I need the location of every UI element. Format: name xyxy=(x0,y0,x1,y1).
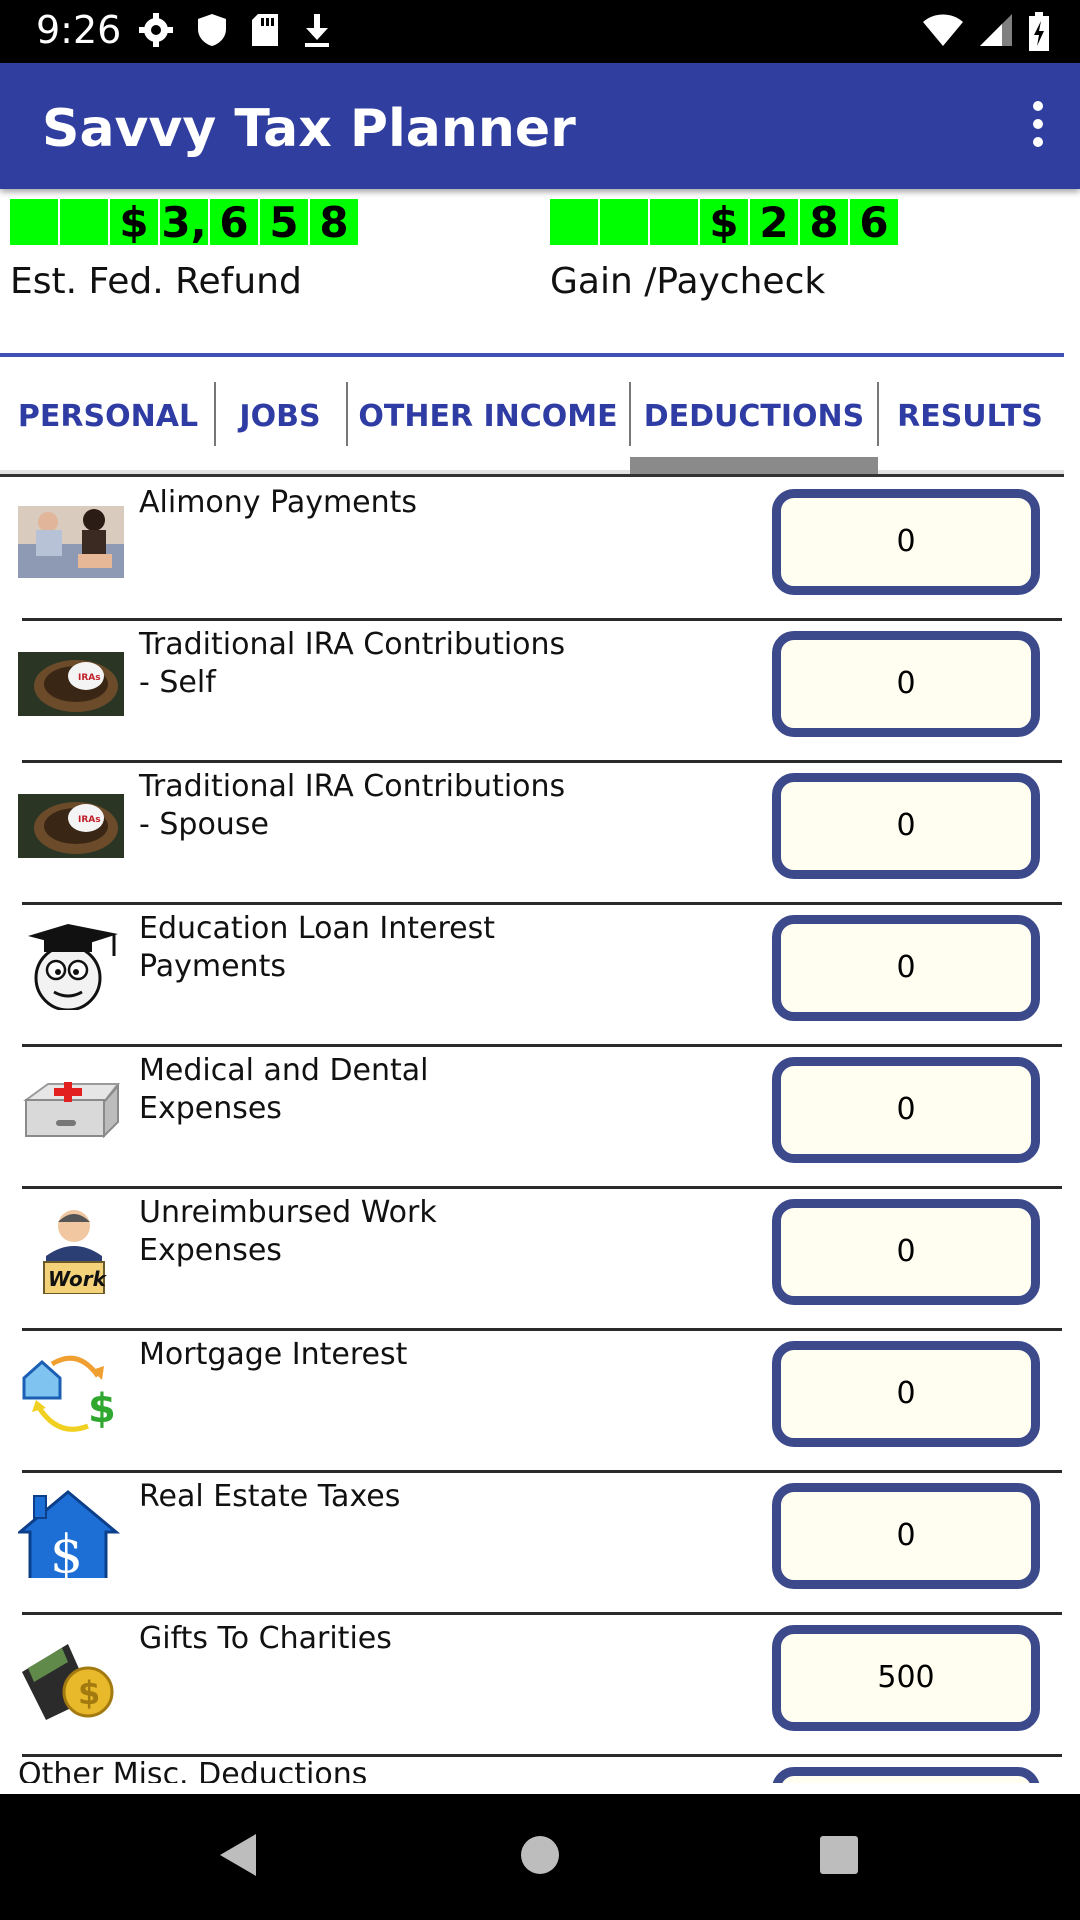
settings-icon xyxy=(139,13,173,47)
tab-separator xyxy=(877,382,879,446)
status-bar: 9:26 xyxy=(0,0,1080,63)
deduction-label: Other Misc. Deductions xyxy=(18,1757,368,1783)
deductions-list: Alimony Payments 0 IRAs Traditional IRA … xyxy=(0,478,1080,1783)
refund-digit: 6 xyxy=(208,199,258,247)
paycheck-digit: $ xyxy=(698,199,748,247)
ira-self-input[interactable]: 0 xyxy=(772,631,1040,737)
home-icon[interactable] xyxy=(518,1830,562,1880)
download-icon xyxy=(305,14,329,47)
graduate-icon xyxy=(28,924,118,1010)
tab-bar: PERSONAL JOBS OTHER INCOME DEDUCTIONS RE… xyxy=(0,360,1064,478)
list-item: Other Misc. Deductions xyxy=(0,1756,1080,1783)
active-tab-indicator xyxy=(630,457,878,475)
paycheck-digit: 2 xyxy=(748,199,798,247)
svg-text:IRAs: IRAs xyxy=(78,673,101,683)
house-dollar-cycle-icon: $ xyxy=(22,1355,116,1432)
list-item: IRAs Traditional IRA Contributions - Spo… xyxy=(0,762,1080,905)
couple-photo-icon xyxy=(18,506,124,578)
refund-counter: $ 3, 6 5 8 xyxy=(10,199,358,247)
education-loan-input[interactable]: 0 xyxy=(772,915,1040,1021)
refund-digit: 5 xyxy=(258,199,308,247)
status-system-icons xyxy=(922,12,1050,52)
refund-digit: 8 xyxy=(308,199,358,247)
cell-signal-icon xyxy=(980,14,1012,46)
paycheck-label: Gain /Paycheck xyxy=(550,261,826,302)
worker-icon: Work xyxy=(43,1210,108,1294)
paycheck-counter: $ 2 8 6 xyxy=(550,199,898,247)
paycheck-digit xyxy=(598,199,648,245)
status-time: 9:26 xyxy=(36,8,122,52)
battery-icon xyxy=(1029,12,1049,51)
refund-digit xyxy=(10,199,58,245)
deduction-label: Alimony Payments xyxy=(139,485,418,520)
summary-divider xyxy=(0,353,1064,357)
deduction-label: Mortgage Interest xyxy=(139,1337,408,1372)
summary-panel: $ 3, 6 5 8 Est. Fed. Refund $ 2 8 6 Gain… xyxy=(0,189,1080,357)
wallet-coin-icon: $ xyxy=(22,1644,114,1720)
deduction-label: Unreimbursed Work Expenses xyxy=(139,1195,437,1268)
tab-separator xyxy=(214,382,216,446)
svg-text:$: $ xyxy=(78,1674,100,1712)
first-aid-kit-icon xyxy=(23,1082,121,1139)
recents-icon[interactable] xyxy=(816,1830,860,1880)
app-title: Savvy Tax Planner xyxy=(42,99,576,159)
deduction-label: Traditional IRA Contributions - Self xyxy=(139,627,566,700)
ira-spouse-input[interactable]: 0 xyxy=(772,773,1040,879)
tab-personal[interactable]: PERSONAL xyxy=(8,382,208,452)
nest-egg-icon: IRAs xyxy=(18,652,124,716)
deduction-label: Gifts To Charities xyxy=(139,1621,392,1656)
charity-gifts-input[interactable]: 500 xyxy=(772,1625,1040,1731)
list-item: Education Loan Interest Payments 0 xyxy=(0,904,1080,1047)
deduction-label: Education Loan Interest Payments xyxy=(139,911,495,984)
real-estate-taxes-input[interactable]: 0 xyxy=(772,1483,1040,1589)
list-item: Alimony Payments 0 xyxy=(0,478,1080,621)
wifi-icon xyxy=(923,14,963,46)
list-item: $ Real Estate Taxes 0 xyxy=(0,1472,1080,1615)
svg-text:Work: Work xyxy=(48,1267,108,1291)
tab-bar-underline xyxy=(0,474,1064,477)
tab-results[interactable]: RESULTS xyxy=(884,382,1056,452)
overflow-menu-icon[interactable] xyxy=(1026,101,1050,151)
paycheck-digit xyxy=(550,199,598,245)
list-item: Work Unreimbursed Work Expenses 0 xyxy=(0,1188,1080,1331)
svg-text:$: $ xyxy=(88,1386,116,1432)
mortgage-interest-input[interactable]: 0 xyxy=(772,1341,1040,1447)
tab-jobs[interactable]: JOBS xyxy=(220,382,340,452)
refund-digit xyxy=(58,199,108,245)
refund-label: Est. Fed. Refund xyxy=(10,261,302,302)
refund-digit: $ xyxy=(108,199,158,247)
tab-other-income[interactable]: OTHER INCOME xyxy=(352,382,624,452)
svg-text:IRAs: IRAs xyxy=(78,815,101,825)
paycheck-digit: 6 xyxy=(848,199,898,247)
work-expenses-input[interactable]: 0 xyxy=(772,1199,1040,1305)
tab-separator xyxy=(629,382,631,446)
status-notification-icons xyxy=(138,12,332,48)
list-item: Medical and Dental Expenses 0 xyxy=(0,1046,1080,1189)
paycheck-digit xyxy=(648,199,698,245)
svg-text:$: $ xyxy=(50,1525,83,1578)
list-item: $ Mortgage Interest 0 xyxy=(0,1330,1080,1473)
back-icon[interactable] xyxy=(216,1830,260,1880)
shield-icon xyxy=(198,14,226,46)
refund-digit: 3, xyxy=(158,199,208,247)
alimony-input[interactable]: 0 xyxy=(772,489,1040,595)
list-item: $ Gifts To Charities 500 xyxy=(0,1614,1080,1757)
house-dollar-icon: $ xyxy=(18,1490,121,1578)
sd-card-icon xyxy=(252,14,278,46)
deduction-label: Real Estate Taxes xyxy=(139,1479,401,1514)
medical-dental-input[interactable]: 0 xyxy=(772,1057,1040,1163)
navigation-bar xyxy=(0,1794,1080,1920)
deduction-label: Traditional IRA Contributions - Spouse xyxy=(139,769,566,842)
list-item: IRAs Traditional IRA Contributions - Sel… xyxy=(0,620,1080,763)
nest-egg-icon: IRAs xyxy=(18,794,124,858)
tab-deductions[interactable]: DEDUCTIONS xyxy=(634,382,874,452)
deduction-label: Medical and Dental Expenses xyxy=(139,1053,429,1126)
paycheck-digit: 8 xyxy=(798,199,848,247)
app-bar: Savvy Tax Planner xyxy=(0,63,1080,189)
tab-separator xyxy=(346,382,348,446)
misc-deductions-input[interactable] xyxy=(772,1767,1040,1783)
